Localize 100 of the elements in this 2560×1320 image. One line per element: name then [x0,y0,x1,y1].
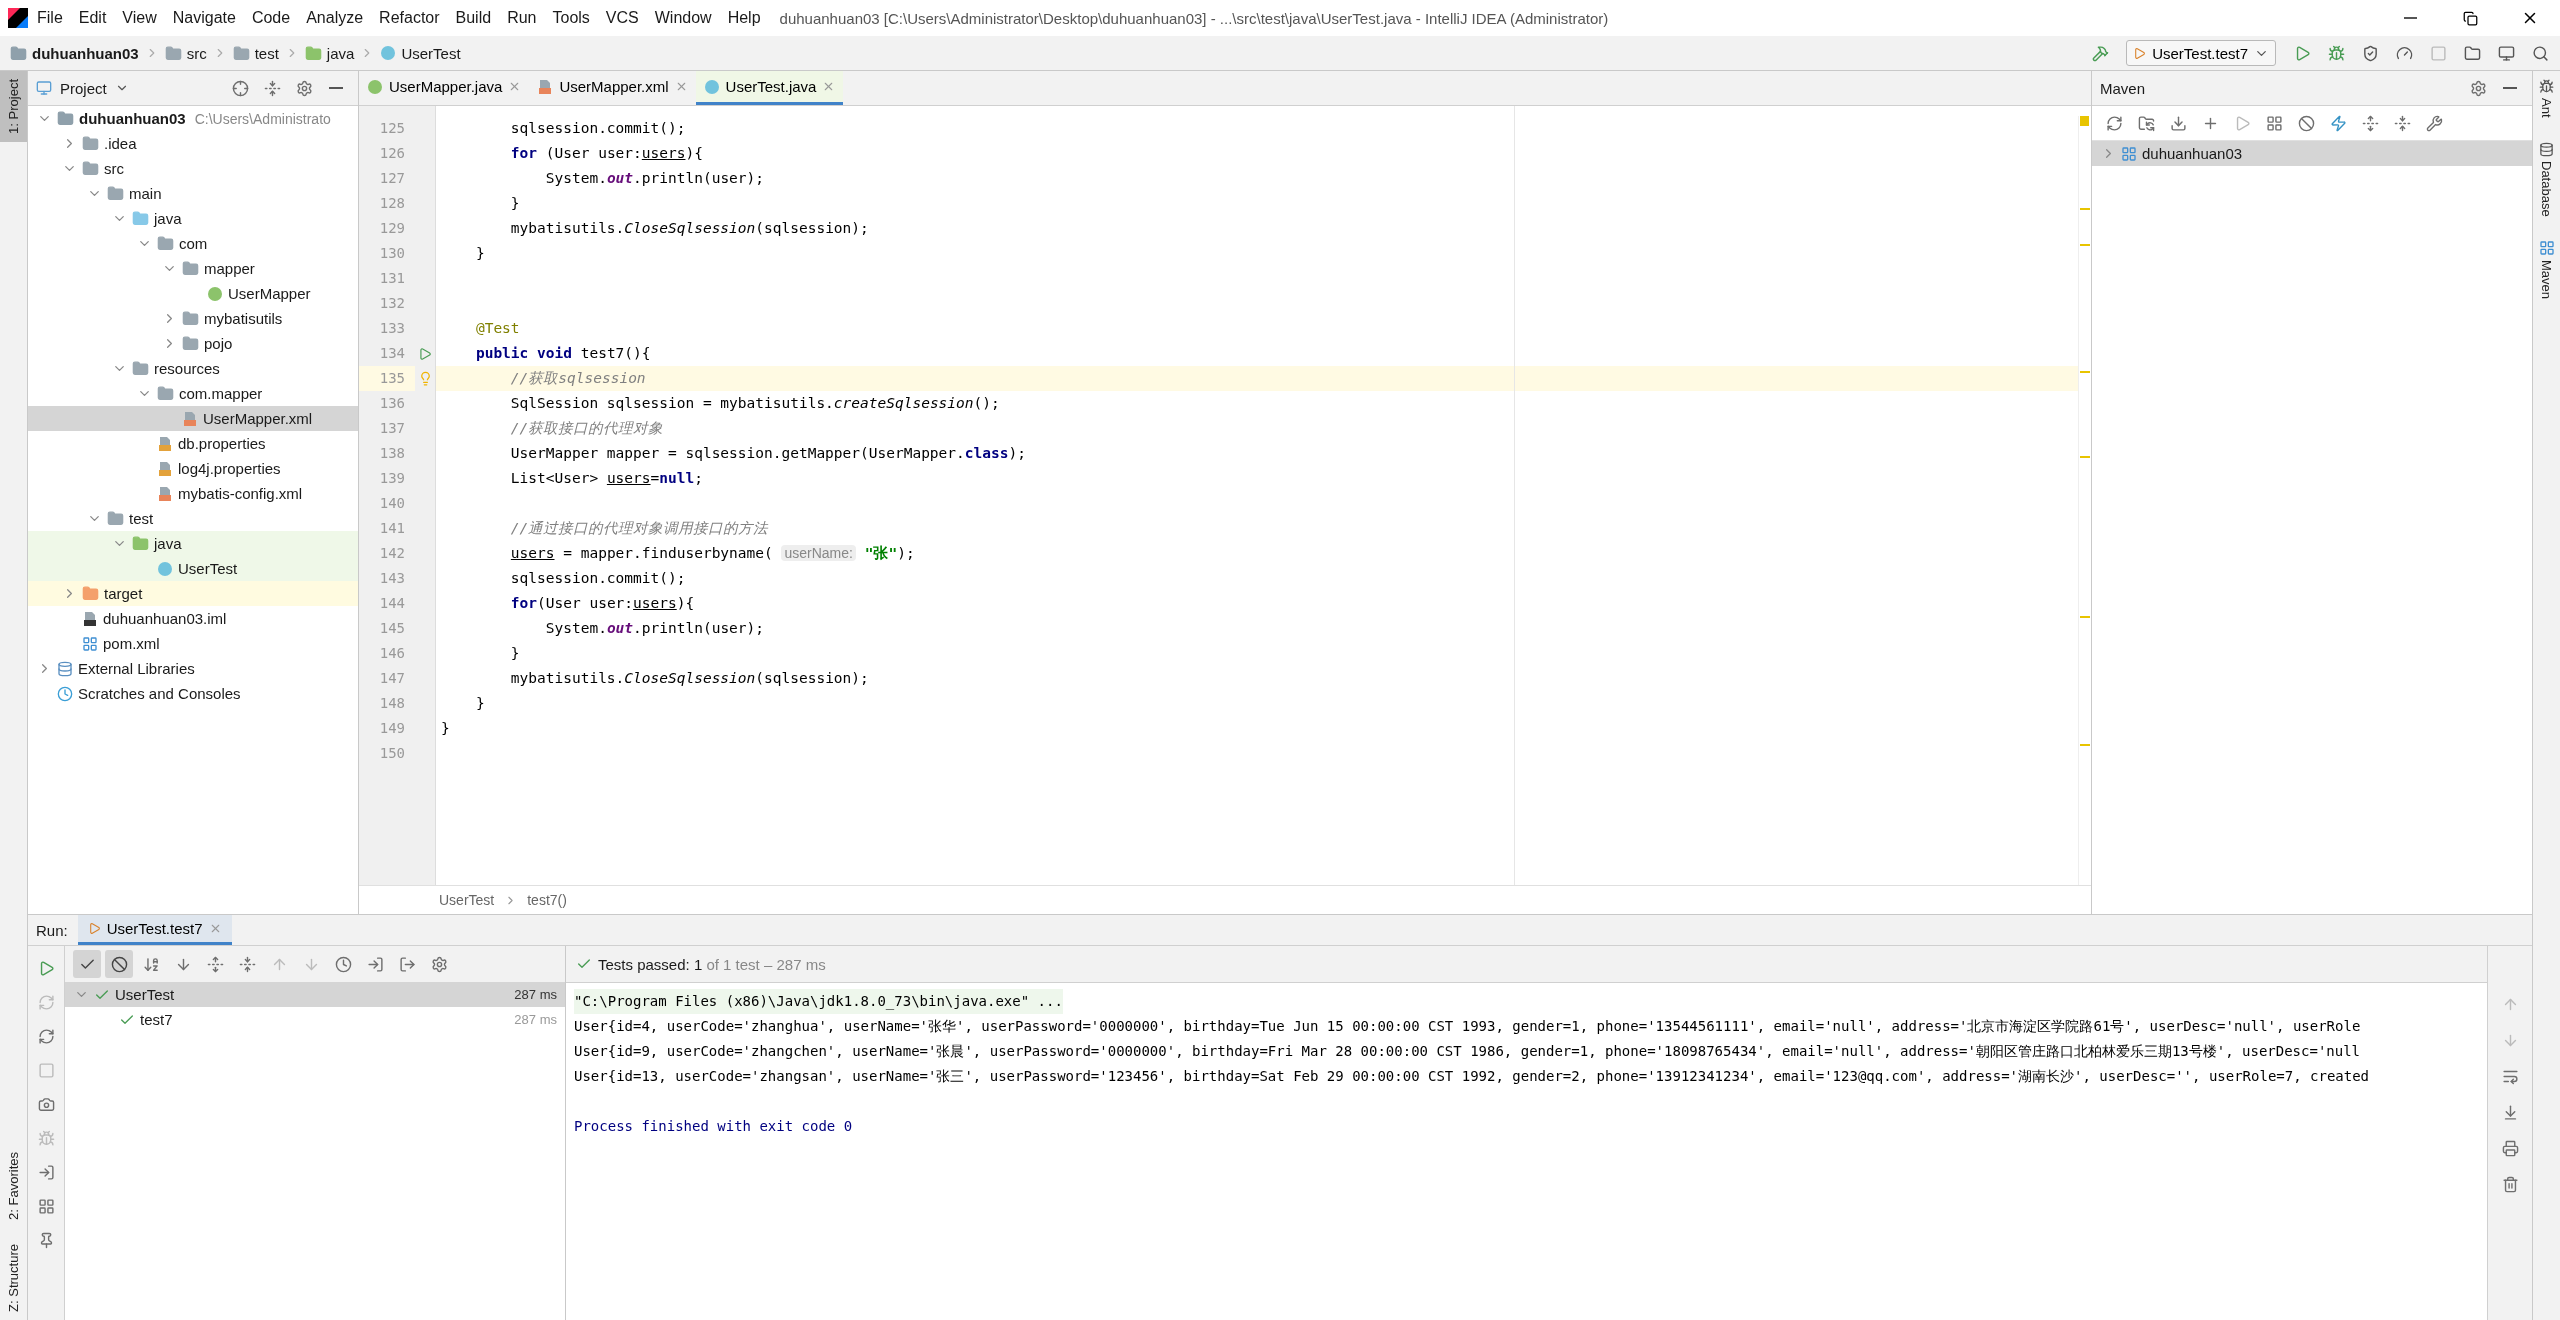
editor-tab[interactable]: UserMapper.java [359,71,530,105]
tool-window-button[interactable]: 2: Favorites [0,1144,27,1229]
menu-item[interactable]: Navigate [165,5,243,31]
minus-icon [2503,87,2517,89]
expand-icon [2361,114,2379,132]
tree-item[interactable]: External Libraries [28,656,358,681]
menu-item[interactable]: Refactor [372,5,447,31]
tree-item[interactable]: mybatis-config.xml [28,481,358,506]
test-item[interactable]: test7 287 ms [65,1007,565,1032]
menu-item[interactable]: Edit [71,5,114,31]
menu-item[interactable]: VCS [598,5,646,31]
import-icon [366,955,384,973]
breadcrumb-item[interactable]: UserTest [380,44,461,62]
tool-window-button[interactable]: Z: Structure [0,1236,27,1320]
tree-item[interactable]: target [28,581,358,606]
xml-file-icon [157,485,173,502]
code-line: @Test [474,319,521,338]
tree-item[interactable]: main [28,181,358,206]
tree-item[interactable]: duhuanhuan03.iml [28,606,358,631]
database-icon [2539,141,2554,157]
run-configuration-dropdown[interactable]: UserTest.test7 [2126,40,2276,66]
tree-item[interactable]: .idea [28,131,358,156]
tree-item[interactable]: java [28,531,358,556]
hammer-icon [2091,44,2109,62]
maven-icon [2538,240,2555,257]
code-line: } [509,644,521,663]
item-label: target [104,585,143,602]
item-label: com.mapper [179,385,263,402]
crosshair-icon [231,79,249,97]
tree-item[interactable]: duhuanhuan03 [2092,141,2532,166]
menu-item[interactable]: File [30,5,70,31]
tool-window-button[interactable]: Maven [2533,232,2560,308]
code-line: } [474,694,486,713]
tool-window-button[interactable]: 1: Project [0,71,27,142]
folder-icon [82,135,99,152]
console-line: Process finished with exit code 0 [574,1117,853,1136]
tool-window-button[interactable]: Database [2533,133,2560,225]
item-label: com [179,235,208,252]
download-icon [2169,114,2187,132]
panel-title[interactable]: Project [60,79,107,97]
module-icon [57,110,74,127]
tree-item[interactable]: java [28,206,358,231]
menu-item[interactable]: Analyze [299,5,371,31]
lightning-icon [2329,114,2347,132]
breadcrumb-item[interactable]: UserTest [439,892,495,908]
refresh-icon [2105,114,2123,132]
show-ignored-button[interactable] [105,950,133,978]
trash-icon [2501,1175,2519,1193]
breadcrumb-item[interactable]: src [164,44,207,62]
class-icon [703,78,720,95]
tree-item[interactable]: UserTest [28,556,358,581]
ant-icon [2539,79,2554,94]
run-tab[interactable]: UserTest.test7 [77,915,232,945]
scratches-icon [57,685,73,702]
monitor-icon [2497,44,2515,62]
folder-icon [157,385,174,402]
test-status: Tests passed: 1 of 1 test – 287 ms [598,955,826,973]
tool-window-button[interactable]: Ant [2533,71,2560,126]
breadcrumb-item[interactable]: test [232,44,279,62]
panel-title: Maven [2100,79,2146,97]
menu-item[interactable]: Code [244,5,298,31]
menu-item[interactable]: Tools [545,5,597,31]
tree-item[interactable]: UserMapper [28,281,358,306]
editor-tab[interactable]: UserTest.java [695,71,844,105]
show-passed-button[interactable] [73,950,101,978]
test-item[interactable]: UserTest 287 ms [65,982,565,1007]
maven-icon [82,635,98,652]
tree-item[interactable]: test [28,506,358,531]
tree-item[interactable]: db.properties [28,431,358,456]
tree-item[interactable]: com [28,231,358,256]
expand-icon [206,955,224,973]
breadcrumb-item[interactable]: test7() [527,892,567,908]
tree-item[interactable]: src [28,156,358,181]
tree-item[interactable]: Scratches and Consoles [28,681,358,706]
item-label: Scratches and Consoles [78,685,241,702]
menu-item[interactable]: Help [720,5,768,31]
item-label: mybatisutils [204,310,283,327]
tree-item[interactable]: resources [28,356,358,381]
tree-item[interactable]: mybatisutils [28,306,358,331]
tree-item[interactable]: duhuanhuan03 C:\Users\Administrato [28,106,358,131]
tree-item[interactable]: mapper [28,256,358,281]
tree-item[interactable]: UserMapper.xml [28,406,358,431]
folder-sync-icon [2137,114,2155,132]
menu-item[interactable]: Window [647,5,719,31]
item-label: duhuanhuan03.iml [103,610,227,627]
breadcrumb-item[interactable]: duhuanhuan03 [10,44,139,62]
code-line: } [440,719,451,738]
test-name: test7 [140,1011,173,1028]
menu-item[interactable]: Build [448,5,499,31]
item-label: duhuanhuan03 [79,110,186,127]
editor-tab[interactable]: UserMapper.xml [529,71,696,105]
tree-item[interactable]: pojo [28,331,358,356]
marker-stripe[interactable] [2078,116,2091,885]
tree-item[interactable]: pom.xml [28,631,358,656]
breadcrumb-item[interactable]: java [304,44,355,62]
menu-item[interactable]: Run [500,5,544,31]
menu-item[interactable]: View [115,5,164,31]
tree-item[interactable]: com.mapper [28,381,358,406]
tree-item[interactable]: log4j.properties [28,456,358,481]
folder-icon [82,585,99,602]
